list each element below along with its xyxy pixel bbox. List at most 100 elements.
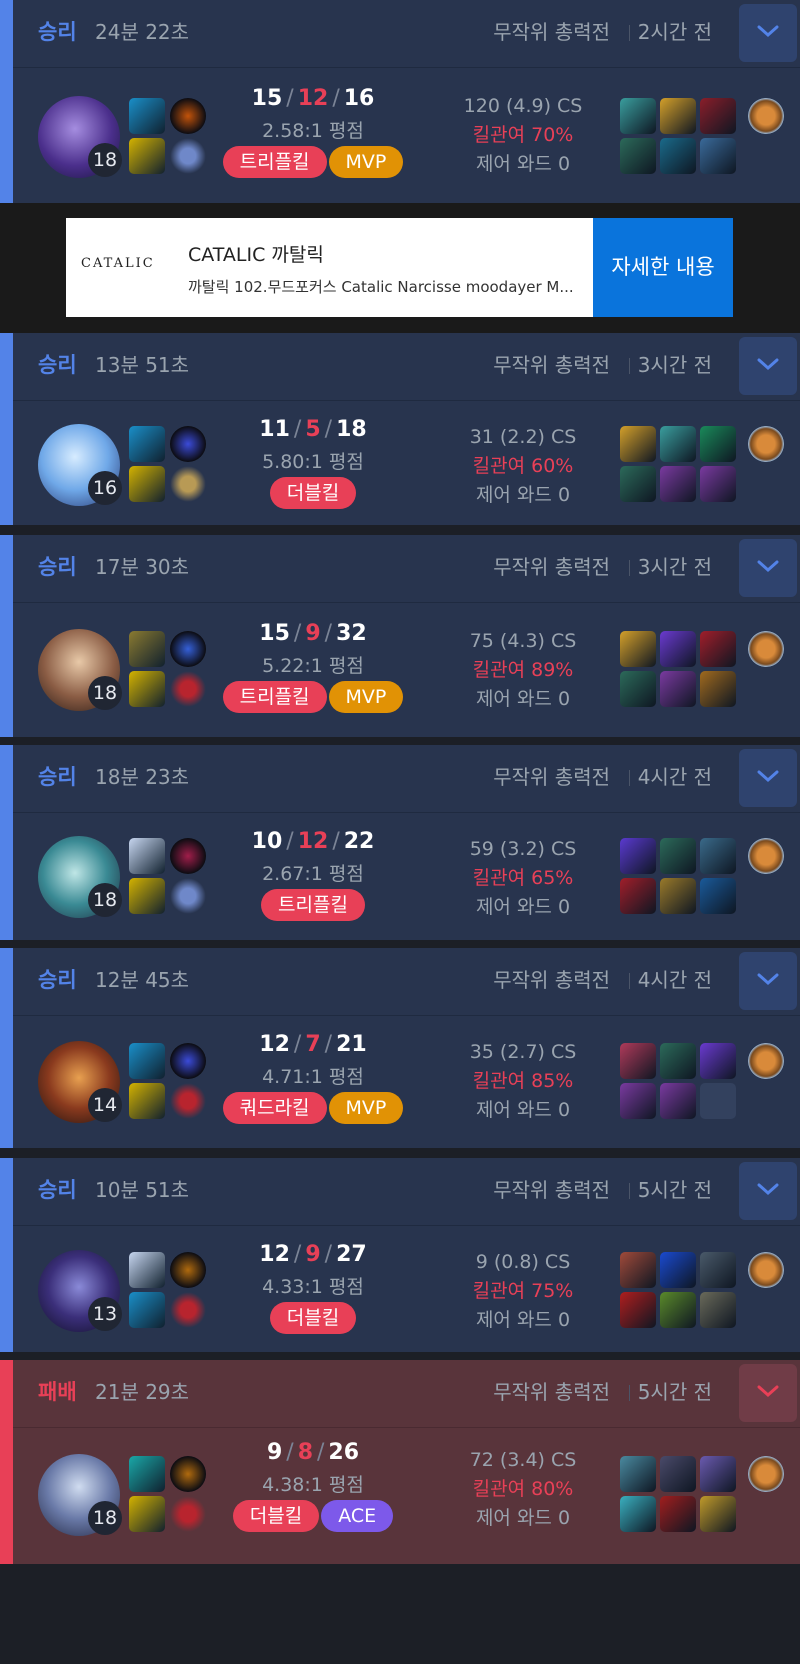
keystone-rune-icon[interactable] bbox=[170, 1252, 206, 1288]
item-slot[interactable] bbox=[700, 671, 736, 707]
item-slot[interactable] bbox=[660, 838, 696, 874]
item-slot[interactable] bbox=[700, 466, 736, 502]
item-slot[interactable] bbox=[660, 466, 696, 502]
item-slot[interactable] bbox=[660, 98, 696, 134]
item-slot[interactable] bbox=[620, 138, 656, 174]
item-slot[interactable] bbox=[700, 1043, 736, 1079]
kda-ratio: 5.22:1 평점 bbox=[262, 655, 364, 677]
item-slot[interactable] bbox=[660, 878, 696, 914]
secondary-rune-icon[interactable] bbox=[170, 1496, 206, 1532]
kda-score: 12/7/21 bbox=[203, 1032, 423, 1057]
expand-button[interactable] bbox=[739, 1162, 797, 1220]
secondary-rune-icon[interactable] bbox=[170, 878, 206, 914]
keystone-rune-icon[interactable] bbox=[170, 838, 206, 874]
item-slot[interactable] bbox=[620, 1083, 656, 1119]
ad-title[interactable]: CATALIC 까탈릭 bbox=[188, 240, 324, 267]
expand-button[interactable] bbox=[739, 1364, 797, 1422]
match-card[interactable]: 승리 10분 51초 무작위 총력전 5시간 전 13 12/9/27 4.33:1 평점 더… bbox=[0, 1158, 800, 1352]
item-slot[interactable] bbox=[660, 1496, 696, 1532]
item-slot[interactable] bbox=[700, 426, 736, 462]
item-slot[interactable] bbox=[700, 1496, 736, 1532]
item-slot[interactable] bbox=[620, 1252, 656, 1288]
expand-button[interactable] bbox=[739, 4, 797, 62]
keystone-rune-icon[interactable] bbox=[170, 1456, 206, 1492]
keystone-rune-icon[interactable] bbox=[170, 98, 206, 134]
keystone-rune-icon[interactable] bbox=[170, 631, 206, 667]
summoner-spell-icon[interactable] bbox=[129, 1496, 165, 1532]
expand-button[interactable] bbox=[739, 749, 797, 807]
expand-button[interactable] bbox=[739, 539, 797, 597]
match-card[interactable]: 승리 24분 22초 무작위 총력전 2시간 전 18 15/12/16 2.58:1 평점… bbox=[0, 0, 800, 203]
item-slot[interactable] bbox=[660, 1252, 696, 1288]
item-slot[interactable] bbox=[620, 1043, 656, 1079]
secondary-rune-icon[interactable] bbox=[170, 1292, 206, 1328]
item-slot[interactable] bbox=[700, 631, 736, 667]
item-slot[interactable] bbox=[660, 1083, 696, 1119]
item-slot[interactable] bbox=[620, 426, 656, 462]
item-slot[interactable] bbox=[700, 1456, 736, 1492]
item-slot[interactable] bbox=[620, 98, 656, 134]
item-slot[interactable] bbox=[700, 1252, 736, 1288]
summoner-spell-icon[interactable] bbox=[129, 631, 165, 667]
item-slot[interactable] bbox=[620, 1456, 656, 1492]
trinket-ward-icon[interactable] bbox=[748, 98, 784, 134]
trinket-ward-icon[interactable] bbox=[748, 838, 784, 874]
trinket-ward-icon[interactable] bbox=[748, 426, 784, 462]
keystone-rune-icon[interactable] bbox=[170, 426, 206, 462]
match-card[interactable]: 승리 17분 30초 무작위 총력전 3시간 전 18 15/9/32 5.22:1 평점 트… bbox=[0, 535, 800, 737]
ad-box[interactable]: CATALIC CATALIC 까탈릭 까탈릭 102.무드포커스 Catali… bbox=[66, 218, 733, 317]
item-slot[interactable] bbox=[620, 671, 656, 707]
item-slot[interactable] bbox=[660, 1456, 696, 1492]
summoner-spell-icon[interactable] bbox=[129, 1083, 165, 1119]
multikill-badge: 트리플킬 bbox=[222, 146, 327, 178]
secondary-rune-icon[interactable] bbox=[170, 671, 206, 707]
item-slot[interactable] bbox=[700, 98, 736, 134]
summoner-spell-icon[interactable] bbox=[129, 98, 165, 134]
ad-description[interactable]: 까탈릭 102.무드포커스 Catalic Narcisse moodayer … bbox=[188, 276, 574, 297]
summoner-spell-icon[interactable] bbox=[129, 878, 165, 914]
secondary-rune-icon[interactable] bbox=[170, 1083, 206, 1119]
item-slot[interactable] bbox=[700, 1292, 736, 1328]
item-slot[interactable] bbox=[660, 671, 696, 707]
secondary-rune-icon[interactable] bbox=[170, 466, 206, 502]
match-card[interactable]: 승리 12분 45초 무작위 총력전 4시간 전 14 12/7/21 4.71:1 평점 쿼… bbox=[0, 948, 800, 1148]
secondary-rune-icon[interactable] bbox=[170, 138, 206, 174]
item-slot[interactable] bbox=[700, 838, 736, 874]
summoner-spell-icon[interactable] bbox=[129, 426, 165, 462]
match-card[interactable]: 승리 13분 51초 무작위 총력전 3시간 전 16 11/5/18 5.80:1 평점 더… bbox=[0, 333, 800, 525]
summoner-spell-icon[interactable] bbox=[129, 138, 165, 174]
item-slot[interactable] bbox=[620, 631, 656, 667]
trinket-ward-icon[interactable] bbox=[748, 1252, 784, 1288]
item-slot[interactable] bbox=[620, 1496, 656, 1532]
trinket-ward-icon[interactable] bbox=[748, 1456, 784, 1492]
match-card[interactable]: 승리 18분 23초 무작위 총력전 4시간 전 18 10/12/22 2.67:1 평점… bbox=[0, 745, 800, 940]
keystone-rune-icon[interactable] bbox=[170, 1043, 206, 1079]
item-slot[interactable] bbox=[660, 1043, 696, 1079]
match-card[interactable]: 패배 21분 29초 무작위 총력전 5시간 전 18 9/8/26 4.38:1 평점 더블… bbox=[0, 1360, 800, 1564]
item-slot[interactable] bbox=[700, 138, 736, 174]
summoner-spell-icon[interactable] bbox=[129, 1456, 165, 1492]
trinket-ward-icon[interactable] bbox=[748, 1043, 784, 1079]
summoner-spell-icon[interactable] bbox=[129, 466, 165, 502]
item-slot[interactable] bbox=[660, 426, 696, 462]
item-slot[interactable] bbox=[660, 1292, 696, 1328]
summoner-spell-icon[interactable] bbox=[129, 1252, 165, 1288]
item-slot[interactable] bbox=[700, 1083, 736, 1119]
ad-banner[interactable]: CATALIC CATALIC 까탈릭 까탈릭 102.무드포커스 Catali… bbox=[0, 203, 800, 333]
item-slot[interactable] bbox=[700, 878, 736, 914]
summoner-spell-icon[interactable] bbox=[129, 1292, 165, 1328]
item-slot[interactable] bbox=[620, 1292, 656, 1328]
result-stripe bbox=[0, 745, 13, 940]
summoner-spell-icon[interactable] bbox=[129, 671, 165, 707]
expand-button[interactable] bbox=[739, 337, 797, 395]
item-slot[interactable] bbox=[620, 466, 656, 502]
item-slot[interactable] bbox=[660, 138, 696, 174]
trinket-ward-icon[interactable] bbox=[748, 631, 784, 667]
item-slot[interactable] bbox=[620, 838, 656, 874]
summoner-spell-icon[interactable] bbox=[129, 838, 165, 874]
item-slot[interactable] bbox=[660, 631, 696, 667]
item-slot[interactable] bbox=[620, 878, 656, 914]
ad-cta-button[interactable]: 자세한 내용 bbox=[593, 218, 733, 317]
expand-button[interactable] bbox=[739, 952, 797, 1010]
summoner-spell-icon[interactable] bbox=[129, 1043, 165, 1079]
